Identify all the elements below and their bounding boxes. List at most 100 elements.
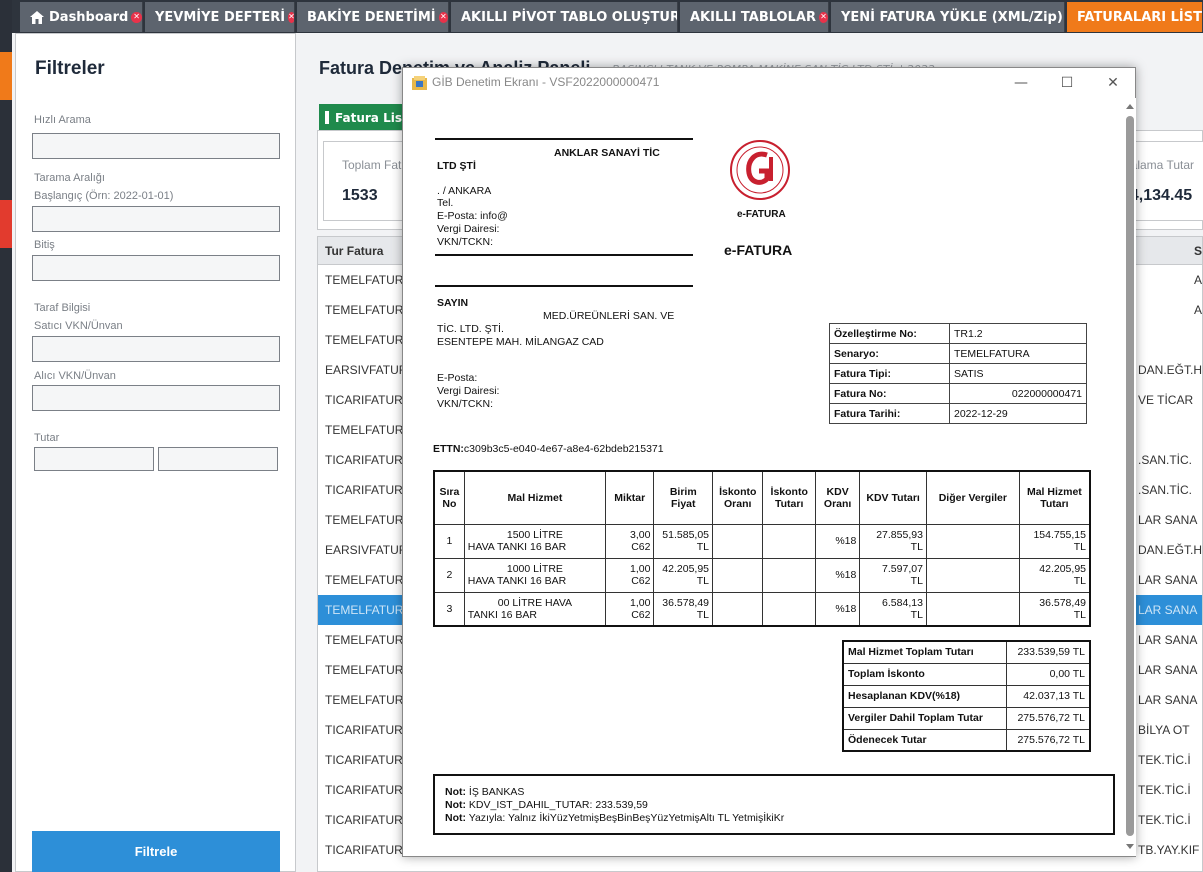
items-table: Sıra No Mal Hizmet Miktar Birim Fiyat İskont…: [433, 470, 1091, 627]
item-kdv-amount: 6.584,13: [882, 596, 923, 609]
minimize-button[interactable]: —: [998, 68, 1044, 97]
buyer-address: ESENTEPE MAH. MİLANGAZ CAD: [437, 336, 604, 348]
totals-row: Hesaplanan KDV(%18) 42.037,13 TL: [842, 684, 1091, 708]
info-value: TEMELFATURA: [949, 343, 1087, 364]
buyer-tax-office: Vergi Dairesi:: [437, 385, 500, 397]
row-type: TICARIFATURA: [325, 483, 411, 497]
info-value: 022000000471: [949, 383, 1087, 404]
info-value: 2022-12-29: [949, 403, 1087, 424]
ettn-value: c309b3c5-e040-4e67-a8e4-62bdeb215371: [463, 443, 664, 455]
note-line: Not: Yazıyla: Yalnız İkiYüzYetmişBeşBinB…: [445, 812, 1103, 825]
tab-label: YENİ FATURA YÜKLE (XML/Zip): [841, 9, 1063, 25]
row-seller: BİLYA OT: [1138, 723, 1190, 737]
tab-close-icon[interactable]: ✕: [438, 11, 448, 23]
totals-row: Vergiler Dahil Toplam Tutar 275.576,72 TL: [842, 706, 1091, 730]
scroll-thumb[interactable]: [1126, 116, 1134, 836]
left-strip: [0, 0, 12, 872]
invoice-list-tab[interactable]: Fatura Listesi: [319, 104, 409, 131]
buyer-name-line1: MED.ÜREÜNLERİ SAN. VE: [543, 310, 675, 322]
grid-header-seller[interactable]: Sa: [1194, 244, 1202, 258]
tab-faturalari-listele[interactable]: FATURALARI LİSTELE: [1067, 2, 1203, 32]
grid-header-type[interactable]: Tur Fatura: [325, 244, 383, 258]
start-date-input[interactable]: [32, 206, 280, 232]
tab-akilli-tablolar[interactable]: AKILLI TABLOLAR ✕: [680, 2, 829, 32]
tab-label: Dashboard: [49, 9, 129, 25]
tab-close-icon[interactable]: ✕: [818, 11, 828, 23]
notes-box: Not: İŞ BANKAS Not: KDV_IST_DAHIL_TUTAR: …: [433, 774, 1115, 835]
totals-key: Vergiler Dahil Toplam Tutar: [842, 706, 1007, 730]
item-desc-line1: 1000 LİTRE: [506, 563, 563, 575]
note-line: Not: KDV_IST_DAHIL_TUTAR: 233.539,59: [445, 799, 1103, 812]
dialog-scrollbar[interactable]: [1124, 98, 1136, 856]
tab-close-icon[interactable]: ✕: [288, 11, 294, 23]
quick-search-input[interactable]: [32, 133, 280, 159]
row-type: TEMELFATURA: [325, 573, 412, 587]
filter-button[interactable]: Filtrele: [32, 831, 280, 872]
row-seller: .SAN.TİC.: [1138, 453, 1193, 467]
buyer-vkn: VKN/TCKN:: [437, 398, 494, 410]
info-row: Fatura Tarihi: 2022-12-29: [829, 403, 1087, 424]
tab-yevmiye[interactable]: YEVMİYE DEFTERİ ✕: [145, 2, 295, 32]
tab-dashboard[interactable]: Dashboard ✕: [20, 2, 143, 32]
ettn-label: ETTN:: [433, 443, 464, 455]
row-type: TICARIFATURA: [325, 813, 411, 827]
tab-yeni-fatura[interactable]: YENİ FATURA YÜKLE (XML/Zip) ✕: [831, 2, 1065, 32]
seller-label: Satıcı VKN/Ünvan: [34, 320, 123, 332]
info-value: TR1.2: [949, 323, 1087, 344]
note-line: Not: İŞ BANKAS: [445, 786, 1103, 799]
filters-title: Filtreler: [35, 58, 105, 79]
row-seller: LAR SANA: [1138, 513, 1198, 527]
row-seller: TEK.TİC.İ: [1138, 753, 1191, 767]
tab-close-icon[interactable]: ✕: [131, 11, 142, 23]
item-qty: 1,00: [630, 563, 651, 575]
amount-min-input[interactable]: [34, 447, 154, 471]
item-qty: 1,00: [630, 596, 651, 609]
amount-max-input[interactable]: [158, 447, 278, 471]
row-seller: LAR SANA: [1138, 573, 1198, 587]
items-header-cell: Sıra No: [433, 470, 465, 525]
maximize-button[interactable]: ☐: [1044, 68, 1090, 97]
close-button[interactable]: ✕: [1090, 68, 1136, 97]
item-unit: C62: [631, 575, 651, 587]
totals-row: Mal Hizmet Toplam Tutarı 233.539,59 TL: [842, 640, 1091, 664]
tab-label: BAKİYE DENETİMİ: [307, 9, 436, 25]
item-desc-line1: 00 LİTRE HAVA: [497, 596, 573, 609]
row-type: TEMELFATURA: [325, 513, 412, 527]
row-type: TICARIFATURA: [325, 723, 411, 737]
note-text: KDV_IST_DAHIL_TUTAR: 233.539,59: [468, 799, 648, 811]
row-seller: LAR SANA: [1138, 693, 1198, 707]
tab-bakiye[interactable]: BAKİYE DENETİMİ ✕: [297, 2, 449, 32]
item-no: 1: [446, 535, 453, 547]
buyer-input[interactable]: [32, 385, 280, 411]
item-desc-line1: 1500 LİTRE: [506, 529, 563, 541]
tab-pivot[interactable]: AKILLI PİVOT TABLO OLUŞTUR ✕: [451, 2, 678, 32]
buyer-label: Alıcı VKN/Ünvan: [34, 370, 116, 382]
totals-key: Mal Hizmet Toplam Tutarı: [842, 640, 1007, 664]
seller-vkn: VKN/TCKN:: [437, 236, 494, 248]
item-qty: 3,00: [630, 529, 651, 541]
info-key: Özelleştirme No:: [829, 323, 950, 344]
item-desc-line2: HAVA TANKI 16 BAR: [467, 541, 567, 553]
dialog-titlebar[interactable]: GİB Denetim Ekranı - VSF2022000000471 — …: [403, 68, 1135, 97]
tab-label: AKILLI PİVOT TABLO OLUŞTUR: [461, 9, 678, 25]
seller-tel: Tel.: [437, 197, 454, 209]
item-total: 42.205,95: [1039, 563, 1086, 575]
items-header-cell: İskonto Oranı: [712, 470, 764, 525]
logo-caption: e-FATURA: [737, 209, 786, 220]
note-text: İŞ BANKAS: [468, 786, 525, 798]
end-date-label: Bitiş: [34, 239, 55, 251]
end-date-input[interactable]: [32, 255, 280, 281]
item-row: 3 00 LİTRE HAVA TANKI 16 BAR 1,00 C62 36.578,…: [433, 591, 1091, 627]
totals-row: Ödenecek Tutar 275.576,72 TL: [842, 728, 1091, 752]
item-total-currency: TL: [1073, 541, 1086, 553]
seller-name-line2: LTD ŞTİ: [437, 160, 476, 172]
seller-input[interactable]: [32, 336, 280, 362]
item-kdv-currency: TL: [910, 575, 923, 587]
item-desc-line2: TANKI 16 BAR: [467, 608, 538, 621]
row-type: TICARIFATURA: [325, 393, 411, 407]
items-header-cell: Birim Fiyat: [653, 470, 714, 525]
note-label: Not:: [445, 786, 466, 798]
item-no: 3: [446, 602, 453, 615]
info-row: Fatura No: 022000000471: [829, 383, 1087, 404]
range-label: Tarama Aralığı: [34, 172, 105, 184]
